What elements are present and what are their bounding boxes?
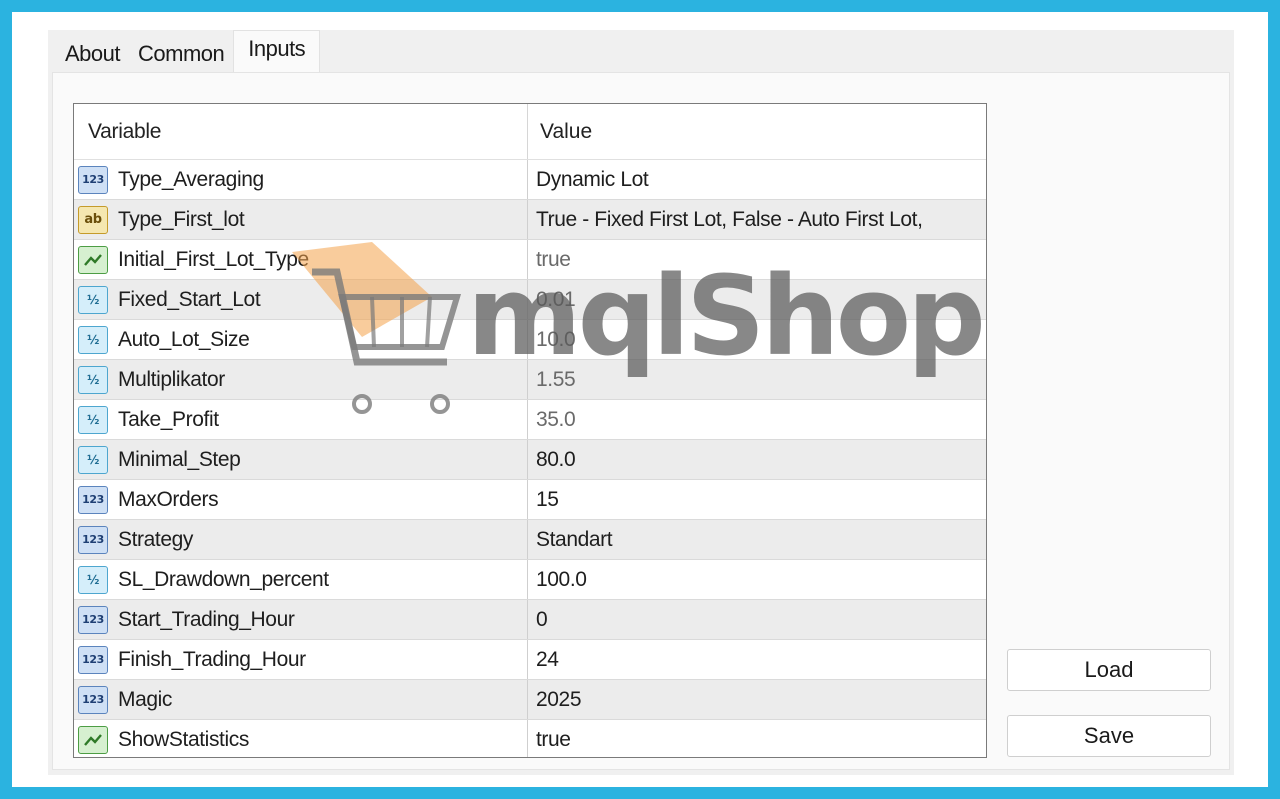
value-cell[interactable]: 35.0 <box>528 400 986 439</box>
value-cell[interactable]: True - Fixed First Lot, False - Auto Fir… <box>528 200 986 239</box>
value-cell[interactable]: true <box>528 720 986 757</box>
input-row[interactable]: ½ Take_Profit 35.0 <box>74 400 986 440</box>
integer-type-icon: 123 <box>78 165 108 194</box>
variable-cell: ShowStatistics <box>74 720 528 757</box>
double-type-icon: ½ <box>78 365 108 394</box>
value-cell[interactable]: Standart <box>528 520 986 559</box>
variable-cell: ½ Fixed_Start_Lot <box>74 280 528 319</box>
input-row[interactable]: ShowStatistics true <box>74 720 986 757</box>
column-header-variable[interactable]: Variable <box>74 104 528 159</box>
window-frame: About Common Inputs Variable Value 123 Ty… <box>12 12 1268 787</box>
variable-name: Strategy <box>118 527 194 551</box>
variable-name: Fixed_Start_Lot <box>118 287 261 311</box>
variable-cell: ½ Minimal_Step <box>74 440 528 479</box>
value-cell[interactable]: 15 <box>528 480 986 519</box>
input-row[interactable]: 123 Finish_Trading_Hour 24 <box>74 640 986 680</box>
input-row[interactable]: ½ Multiplikator 1.55 <box>74 360 986 400</box>
variable-name: Start_Trading_Hour <box>118 607 295 631</box>
variable-cell: ½ Auto_Lot_Size <box>74 320 528 359</box>
boolean-type-icon <box>78 245 108 274</box>
save-button[interactable]: Save <box>1007 715 1211 757</box>
input-row[interactable]: 123 Type_Averaging Dynamic Lot <box>74 160 986 200</box>
variable-cell: 123 MaxOrders <box>74 480 528 519</box>
value-cell[interactable]: 10.0 <box>528 320 986 359</box>
value-cell[interactable]: 0 <box>528 600 986 639</box>
input-row[interactable]: 123 MaxOrders 15 <box>74 480 986 520</box>
grid-rows: 123 Type_Averaging Dynamic Lot ab Type_First… <box>74 160 986 757</box>
integer-type-icon: 123 <box>78 685 108 714</box>
value-cell[interactable]: 100.0 <box>528 560 986 599</box>
value-cell[interactable]: 1.55 <box>528 360 986 399</box>
variable-name: Type_Averaging <box>118 167 264 191</box>
variable-name: Multiplikator <box>118 367 225 391</box>
variable-name: SL_Drawdown_percent <box>118 567 329 591</box>
variable-name: Minimal_Step <box>118 447 241 471</box>
value-cell[interactable]: 80.0 <box>528 440 986 479</box>
double-type-icon: ½ <box>78 445 108 474</box>
grid-header: Variable Value <box>74 104 986 160</box>
tab-common[interactable]: Common <box>129 36 234 72</box>
variable-name: Finish_Trading_Hour <box>118 647 306 671</box>
value-cell[interactable]: 24 <box>528 640 986 679</box>
variable-cell: 123 Type_Averaging <box>74 160 528 199</box>
input-row[interactable]: 123 Magic 2025 <box>74 680 986 720</box>
integer-type-icon: 123 <box>78 605 108 634</box>
input-row[interactable]: ½ SL_Drawdown_percent 100.0 <box>74 560 986 600</box>
variable-cell: ab Type_First_lot <box>74 200 528 239</box>
inputs-grid: Variable Value 123 Type_Averaging Dynamic … <box>73 103 987 758</box>
variable-name: Take_Profit <box>118 407 219 431</box>
tab-bar: About Common Inputs <box>56 30 321 72</box>
input-row[interactable]: ab Type_First_lot True - Fixed First Lot, … <box>74 200 986 240</box>
input-row[interactable]: 123 Start_Trading_Hour 0 <box>74 600 986 640</box>
variable-name: Initial_First_Lot_Type <box>118 247 309 271</box>
integer-type-icon: 123 <box>78 485 108 514</box>
string-type-icon: ab <box>78 205 108 234</box>
input-row[interactable]: ½ Auto_Lot_Size 10.0 <box>74 320 986 360</box>
double-type-icon: ½ <box>78 565 108 594</box>
variable-cell: 123 Strategy <box>74 520 528 559</box>
variable-name: Auto_Lot_Size <box>118 327 250 351</box>
input-row[interactable]: ½ Fixed_Start_Lot 0.01 <box>74 280 986 320</box>
load-button[interactable]: Load <box>1007 649 1211 691</box>
value-cell[interactable]: 0.01 <box>528 280 986 319</box>
variable-name: Magic <box>118 687 173 711</box>
tab-about[interactable]: About <box>56 36 129 72</box>
input-row[interactable]: Initial_First_Lot_Type true <box>74 240 986 280</box>
variable-cell: 123 Start_Trading_Hour <box>74 600 528 639</box>
variable-cell: ½ Take_Profit <box>74 400 528 439</box>
column-header-value[interactable]: Value <box>528 104 986 159</box>
variable-cell: Initial_First_Lot_Type <box>74 240 528 279</box>
tab-inputs[interactable]: Inputs <box>233 30 321 72</box>
input-row[interactable]: 123 Strategy Standart <box>74 520 986 560</box>
input-row[interactable]: ½ Minimal_Step 80.0 <box>74 440 986 480</box>
variable-name: Type_First_lot <box>118 207 245 231</box>
value-cell[interactable]: Dynamic Lot <box>528 160 986 199</box>
double-type-icon: ½ <box>78 405 108 434</box>
double-type-icon: ½ <box>78 285 108 314</box>
value-cell[interactable]: true <box>528 240 986 279</box>
variable-name: MaxOrders <box>118 487 219 511</box>
double-type-icon: ½ <box>78 325 108 354</box>
variable-cell: 123 Magic <box>74 680 528 719</box>
integer-type-icon: 123 <box>78 525 108 554</box>
variable-name: ShowStatistics <box>118 727 249 751</box>
integer-type-icon: 123 <box>78 645 108 674</box>
boolean-type-icon <box>78 725 108 754</box>
variable-cell: ½ Multiplikator <box>74 360 528 399</box>
properties-dialog: About Common Inputs Variable Value 123 Ty… <box>48 30 1234 775</box>
value-cell[interactable]: 2025 <box>528 680 986 719</box>
inputs-panel: Variable Value 123 Type_Averaging Dynamic … <box>52 72 1230 770</box>
variable-cell: 123 Finish_Trading_Hour <box>74 640 528 679</box>
variable-cell: ½ SL_Drawdown_percent <box>74 560 528 599</box>
